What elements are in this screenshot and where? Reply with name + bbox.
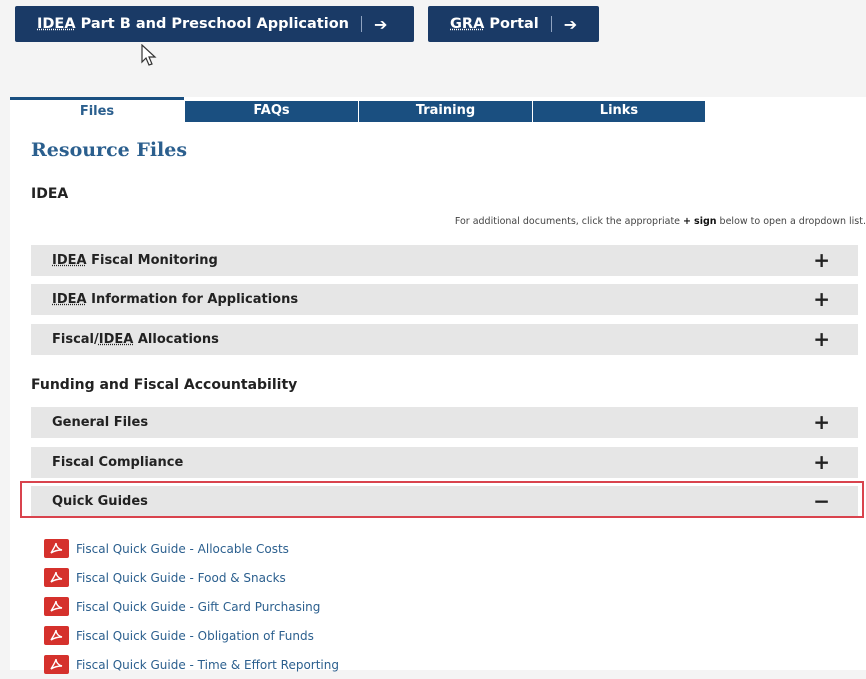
tab-links[interactable]: Links	[532, 101, 705, 122]
accordion-idea-information-for-applications[interactable]: IDEA Information for Applications +	[31, 284, 858, 315]
file-link[interactable]: Fiscal Quick Guide - Obligation of Funds	[44, 621, 339, 650]
tab-files[interactable]: Files	[10, 97, 184, 123]
tab-faqs[interactable]: FAQs	[184, 101, 358, 122]
tab-bar: Files FAQs Training Links	[10, 97, 866, 123]
plus-icon[interactable]: +	[813, 249, 830, 271]
pdf-icon	[44, 597, 69, 616]
file-link[interactable]: Fiscal Quick Guide - Time & Effort Repor…	[44, 650, 339, 679]
accordion-label: Fiscal Compliance	[52, 455, 184, 470]
button-divider	[361, 16, 362, 32]
button-divider	[550, 16, 552, 32]
arrow-right-icon: ➔	[374, 14, 388, 34]
accordion-label: Fiscal/IDEA Allocations	[52, 332, 219, 347]
plus-icon[interactable]: +	[813, 288, 830, 310]
file-link-label[interactable]: Fiscal Quick Guide - Gift Card Purchasin…	[76, 600, 320, 614]
accordion-idea-fiscal-monitoring[interactable]: IDEA Fiscal Monitoring +	[31, 245, 858, 276]
accordion-fiscal-compliance[interactable]: Fiscal Compliance +	[31, 447, 858, 478]
file-link[interactable]: Fiscal Quick Guide - Gift Card Purchasin…	[44, 592, 339, 621]
section-heading-funding: Funding and Fiscal Accountability	[31, 377, 298, 393]
selection-highlight	[20, 481, 864, 518]
accordion-fiscal-idea-allocations[interactable]: Fiscal/IDEA Allocations +	[31, 324, 858, 355]
idea-application-label: IDEA Part B and Preschool Application	[37, 16, 349, 32]
pdf-icon	[44, 568, 69, 587]
pdf-icon	[44, 626, 69, 645]
quick-guides-file-list: Fiscal Quick Guide - Allocable Costs Fis…	[44, 534, 339, 679]
resource-panel: Files FAQs Training Links Resource Files…	[10, 97, 866, 674]
instruction-note: For additional documents, click the appr…	[454, 216, 866, 227]
plus-icon[interactable]: +	[813, 411, 830, 433]
accordion-general-files[interactable]: General Files +	[31, 407, 858, 438]
file-link[interactable]: Fiscal Quick Guide - Food & Snacks	[44, 563, 339, 592]
gra-portal-label: GRA Portal	[450, 16, 539, 32]
accordion-label: General Files	[52, 415, 149, 430]
idea-application-button[interactable]: IDEA Part B and Preschool Application ➔	[15, 6, 414, 42]
pdf-icon	[44, 539, 69, 558]
mouse-cursor-icon	[141, 44, 157, 66]
page-title: Resource Files	[31, 139, 188, 161]
section-heading-idea: IDEA	[31, 186, 69, 202]
file-link-label[interactable]: Fiscal Quick Guide - Obligation of Funds	[76, 629, 314, 643]
plus-icon[interactable]: +	[813, 451, 830, 473]
plus-icon[interactable]: +	[813, 328, 830, 350]
gra-portal-button[interactable]: GRA Portal ➔	[428, 6, 599, 42]
file-link-label[interactable]: Fiscal Quick Guide - Allocable Costs	[76, 542, 289, 556]
file-link-label[interactable]: Fiscal Quick Guide - Time & Effort Repor…	[76, 658, 339, 672]
accordion-label: IDEA Information for Applications	[52, 292, 299, 307]
file-link-label[interactable]: Fiscal Quick Guide - Food & Snacks	[76, 571, 286, 585]
pdf-icon	[44, 655, 69, 674]
arrow-right-icon: ➔	[563, 14, 578, 34]
tab-training[interactable]: Training	[358, 101, 532, 122]
accordion-label: IDEA Fiscal Monitoring	[52, 253, 218, 268]
file-link[interactable]: Fiscal Quick Guide - Allocable Costs	[44, 534, 339, 563]
